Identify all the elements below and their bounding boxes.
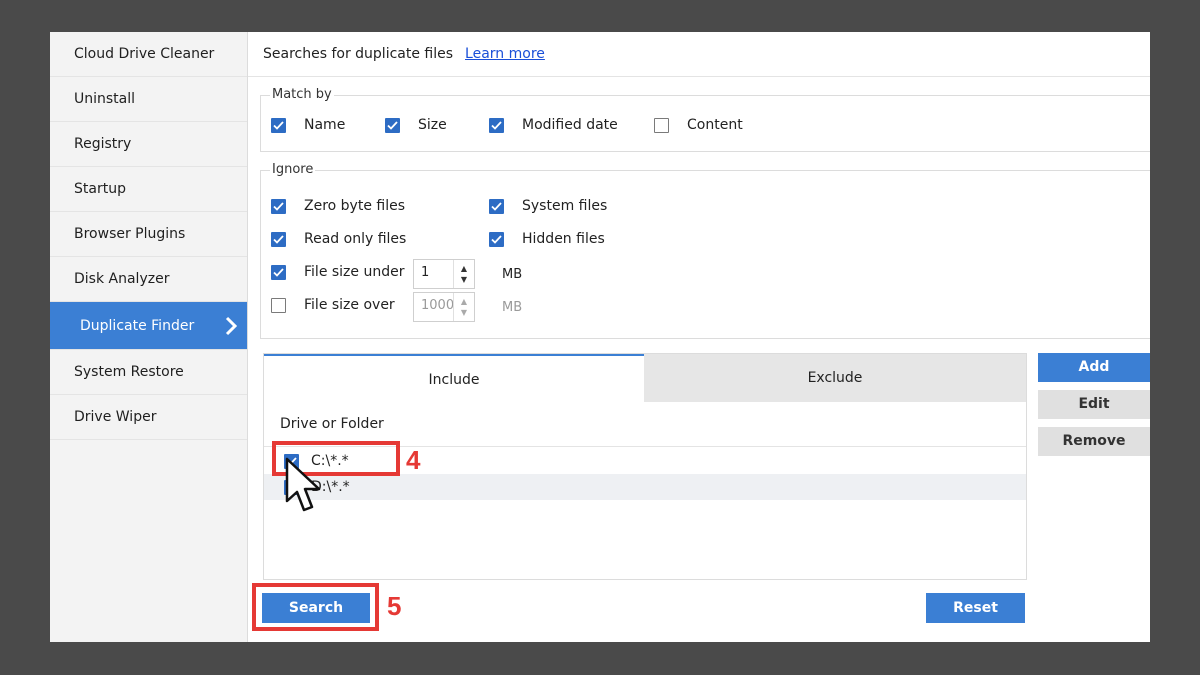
- match-by-label: Match by: [270, 87, 334, 102]
- sidebar-item-system-restore[interactable]: System Restore: [50, 350, 247, 395]
- option-label: File size over: [304, 297, 395, 313]
- sidebar-item-duplicate-finder[interactable]: Duplicate Finder: [50, 302, 247, 350]
- sidebar-item-label: Registry: [74, 136, 132, 152]
- sidebar-item-label: Startup: [74, 181, 126, 197]
- ignore-size-under-option[interactable]: File size under: [271, 264, 404, 280]
- option-label: Read only files: [304, 231, 407, 247]
- size-over-unit: MB: [502, 300, 523, 315]
- checkbox-checked-icon[interactable]: [489, 198, 504, 214]
- sidebar-item-disk-analyzer[interactable]: Disk Analyzer: [50, 257, 247, 302]
- step-5-highlight: [252, 583, 379, 631]
- size-under-unit: MB: [502, 267, 523, 282]
- sidebar-item-label: Duplicate Finder: [80, 318, 195, 334]
- option-label: Content: [687, 117, 743, 133]
- ignore-read-only-option[interactable]: Read only files: [271, 231, 406, 247]
- ignore-size-over-option[interactable]: File size over: [271, 297, 395, 313]
- step-5-number: 5: [387, 591, 402, 621]
- list-item[interactable]: D:\*.*: [264, 474, 1026, 500]
- checkbox-checked-icon[interactable]: [271, 198, 286, 214]
- sidebar-item-startup[interactable]: Startup: [50, 167, 247, 212]
- sidebar-item-label: System Restore: [74, 364, 184, 380]
- stepper-arrows-icon[interactable]: ▲ ▼: [453, 260, 474, 288]
- option-label: Size: [418, 117, 447, 133]
- option-label: Name: [304, 117, 346, 133]
- checkbox-checked-icon[interactable]: [271, 231, 286, 247]
- stepper-value: 1000: [421, 298, 455, 313]
- match-size-option[interactable]: Size: [385, 117, 447, 133]
- option-label: Hidden files: [522, 231, 605, 247]
- option-label: File size under: [304, 264, 405, 280]
- checkbox-checked-icon[interactable]: [271, 264, 286, 280]
- checkbox-unchecked-icon[interactable]: [654, 117, 669, 133]
- sidebar-item-label: Drive Wiper: [74, 409, 157, 425]
- stepper-arrows-icon[interactable]: ▲ ▼: [453, 293, 474, 321]
- match-modified-date-option[interactable]: Modified date: [489, 117, 618, 133]
- checkbox-checked-icon[interactable]: [385, 117, 400, 133]
- match-content-option[interactable]: Content: [654, 117, 743, 133]
- ignore-label: Ignore: [270, 162, 316, 177]
- remove-button[interactable]: Remove: [1038, 427, 1150, 456]
- page-header: Searches for duplicate files Learn more: [248, 32, 1150, 77]
- sidebar-item-browser-plugins[interactable]: Browser Plugins: [50, 212, 247, 257]
- checkbox-checked-icon[interactable]: [489, 231, 504, 247]
- main-content: Searches for duplicate files Learn more …: [248, 32, 1150, 642]
- checkbox-unchecked-icon[interactable]: [271, 297, 286, 313]
- sidebar-item-drive-wiper[interactable]: Drive Wiper: [50, 395, 247, 440]
- ignore-zero-byte-option[interactable]: Zero byte files: [271, 198, 405, 214]
- option-label: Zero byte files: [304, 198, 406, 214]
- size-under-stepper[interactable]: 1 ▲ ▼: [413, 259, 475, 289]
- sidebar-item-cloud-drive-cleaner[interactable]: Cloud Drive Cleaner: [50, 32, 247, 77]
- sidebar-item-label: Browser Plugins: [74, 226, 186, 242]
- sidebar-item-uninstall[interactable]: Uninstall: [50, 77, 247, 122]
- stepper-value: 1: [421, 265, 430, 280]
- reset-button[interactable]: Reset: [926, 593, 1025, 623]
- edit-button[interactable]: Edit: [1038, 390, 1150, 419]
- sidebar-item-label: Uninstall: [74, 91, 136, 107]
- option-label: System files: [522, 198, 608, 214]
- ignore-group: Ignore Zero byte files System files Read…: [260, 162, 1150, 339]
- mouse-pointer-icon: [285, 457, 321, 512]
- sidebar: Cloud Drive Cleaner Uninstall Registry S…: [50, 32, 248, 642]
- learn-more-link[interactable]: Learn more: [465, 46, 545, 62]
- size-over-stepper[interactable]: 1000 ▲ ▼: [413, 292, 475, 322]
- sidebar-item-label: Cloud Drive Cleaner: [74, 46, 215, 62]
- add-button[interactable]: Add: [1038, 353, 1150, 382]
- app-window: Cloud Drive Cleaner Uninstall Registry S…: [50, 32, 1150, 642]
- match-name-option[interactable]: Name: [271, 117, 345, 133]
- sidebar-item-registry[interactable]: Registry: [50, 122, 247, 167]
- step-4-number: 4: [406, 445, 421, 475]
- ignore-system-files-option[interactable]: System files: [489, 198, 607, 214]
- sidebar-item-label: Disk Analyzer: [74, 271, 170, 287]
- checkbox-checked-icon[interactable]: [271, 117, 286, 133]
- tab-exclude[interactable]: Exclude: [644, 354, 1026, 402]
- checkbox-checked-icon[interactable]: [489, 117, 504, 133]
- option-label: Modified date: [522, 117, 618, 133]
- page-description: Searches for duplicate files: [263, 46, 454, 62]
- tab-include[interactable]: Include: [264, 354, 644, 402]
- chevron-right-icon: [225, 302, 238, 350]
- match-by-group: Match by Name Size Modified date Content: [260, 87, 1150, 152]
- ignore-hidden-files-option[interactable]: Hidden files: [489, 231, 605, 247]
